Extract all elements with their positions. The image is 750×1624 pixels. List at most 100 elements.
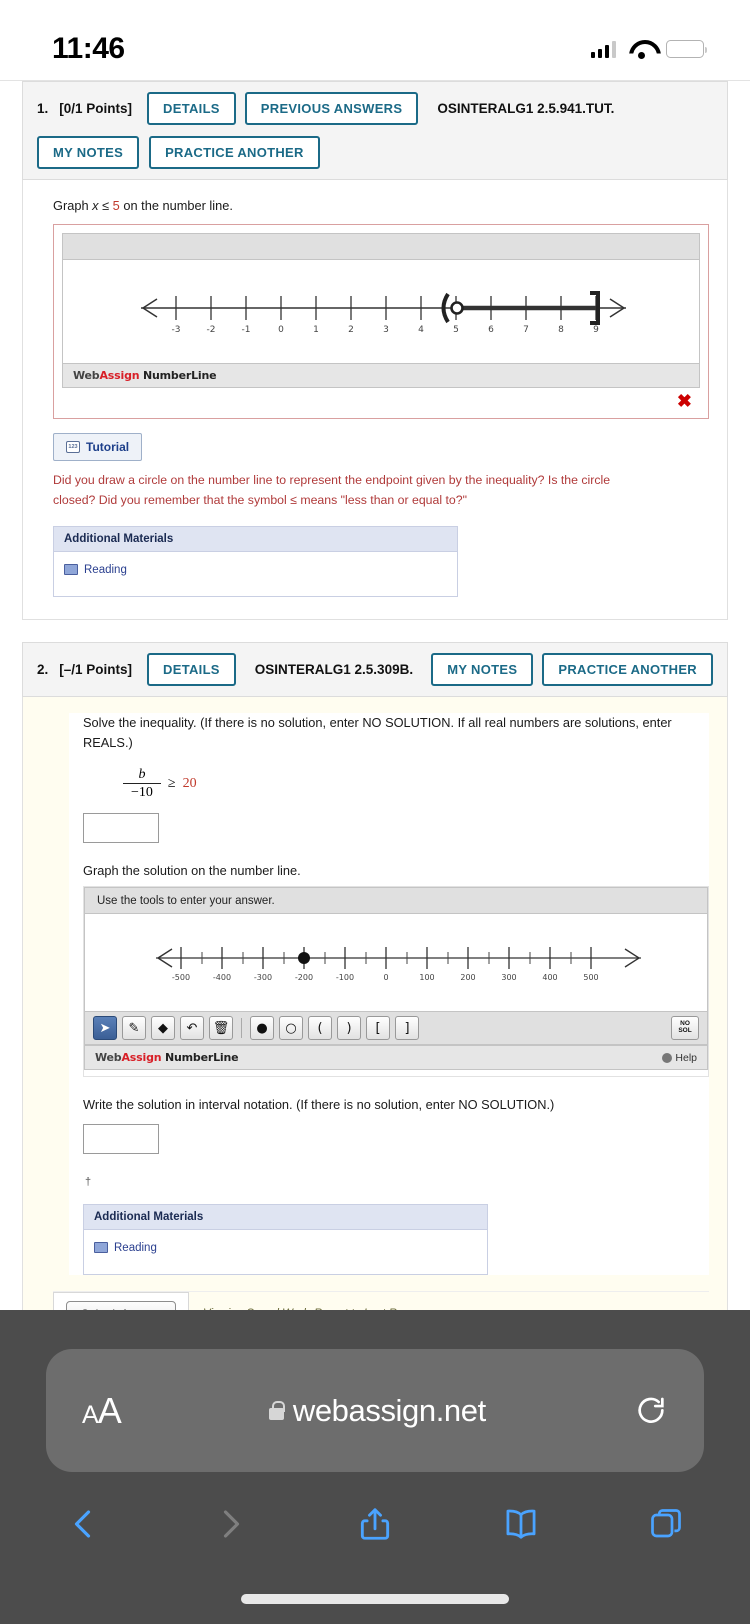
lock-icon: [268, 1401, 285, 1420]
text-size-button[interactable]: AA: [82, 1390, 122, 1432]
toolbar-separator: [241, 1018, 242, 1039]
url-text: webassign.net: [292, 1392, 486, 1428]
numberline-2-toolbar[interactable]: ➤ ✎ ◆ ↶ 🗑 ● ○ ( ) [ ] NO SOL: [85, 1011, 707, 1046]
numberline-2-titlebar: Use the tools to enter your answer.: [85, 888, 707, 915]
help-link[interactable]: Help: [662, 1052, 697, 1064]
book-icon: [64, 564, 78, 576]
numberline-1-titlebar: [63, 233, 699, 260]
dagger-footnote: †: [85, 1176, 92, 1189]
tabs-icon[interactable]: [636, 1494, 696, 1554]
battery-icon: [666, 40, 707, 58]
additional-materials-title: Additional Materials: [84, 1205, 487, 1231]
book-icon[interactable]: [491, 1494, 551, 1554]
forward-chevron-icon[interactable]: [200, 1494, 260, 1554]
closed-circle-tool[interactable]: ●: [250, 1016, 274, 1041]
previous-answers-button[interactable]: PREVIOUS ANSWERS: [244, 92, 419, 125]
inequality-answer-input[interactable]: [83, 813, 159, 844]
svg-text:-3: -3: [172, 325, 181, 335]
svg-text:-400: -400: [213, 973, 231, 982]
numberline-widget-2[interactable]: Use the tools to enter your answer. -500…: [84, 887, 708, 1071]
open-circle-tool[interactable]: ○: [279, 1016, 303, 1041]
question-2-answer-region: Use the tools to enter your answer. -500…: [83, 886, 709, 1078]
question-1-header-row2: MY NOTES PRACTICE ANOTHER: [37, 134, 713, 169]
wifi-icon: [629, 40, 653, 59]
svg-text:-2: -2: [207, 325, 216, 335]
numberline-2-svg: -500 -400 -300 -200 -100 0 100 200 300 400 500: [156, 947, 641, 982]
closed-point-marker: [298, 952, 310, 965]
back-chevron-icon[interactable]: [54, 1494, 114, 1554]
practice-another-button[interactable]: PRACTICE ANOTHER: [542, 653, 713, 687]
question-1-body: Graph x ≤ 5 on the number line. -3 -2 -1…: [22, 180, 728, 621]
undo-tool[interactable]: ↶: [180, 1016, 204, 1041]
status-indicators: [590, 40, 707, 59]
my-notes-button[interactable]: MY NOTES: [37, 136, 140, 169]
svg-text:-1: -1: [242, 325, 251, 335]
prompt-post: on the number line.: [119, 198, 233, 213]
help-label: Help: [675, 1051, 697, 1064]
share-icon[interactable]: [345, 1494, 405, 1554]
interval-notation-input[interactable]: [83, 1124, 159, 1155]
prompt-value: 5: [112, 198, 120, 213]
numberline-2-canvas[interactable]: -500 -400 -300 -200 -100 0 100 200 300 400 500: [85, 914, 707, 1012]
additional-materials-body: Reading: [54, 552, 457, 597]
additional-materials-title: Additional Materials: [54, 527, 457, 553]
numberline-widget-1[interactable]: -3 -2 -1 012 345 678 9 WebAssign NumberL…: [62, 232, 700, 388]
equation-rhs: 20: [182, 775, 197, 791]
trash-tool[interactable]: 🗑: [209, 1016, 233, 1041]
svg-text:0: 0: [383, 973, 388, 982]
reload-icon[interactable]: [634, 1394, 668, 1428]
url-display[interactable]: webassign.net: [268, 1392, 486, 1429]
safari-url-bar[interactable]: AA webassign.net: [46, 1349, 704, 1472]
reading-link[interactable]: Reading: [64, 564, 127, 576]
question-1-prompt: Graph x ≤ 5 on the number line.: [53, 196, 709, 216]
question-2-code: OSINTERALG1 2.5.309B.: [254, 662, 414, 678]
numberline-1-footer: WebAssign NumberLine: [63, 362, 699, 387]
question-2-additional-materials: Additional Materials Reading: [83, 1204, 488, 1276]
book-icon: [94, 1242, 108, 1254]
phone-screen: 11:46 1. [0/1 Points] DETAILS PREVIOUS A…: [0, 0, 750, 1624]
fraction-denominator: −10: [123, 782, 161, 801]
numberline-1-canvas[interactable]: -3 -2 -1 0 1 2 3 4 5 6 7 8 9: [63, 259, 699, 363]
right-bracket-tool[interactable]: ]: [395, 1016, 419, 1041]
reading-link[interactable]: Reading: [94, 1242, 157, 1254]
reading-label: Reading: [114, 1241, 157, 1254]
cellular-signal-icon: [590, 40, 616, 58]
left-paren-tool[interactable]: (: [308, 1016, 332, 1041]
svg-text:0: 0: [278, 325, 284, 335]
details-button[interactable]: DETAILS: [147, 92, 236, 125]
incorrect-mark-icon: ✖: [676, 390, 692, 411]
svg-text:1: 1: [313, 325, 319, 335]
tutorial-label: Tutorial: [86, 439, 130, 454]
svg-text:-500: -500: [172, 973, 190, 982]
question-1-header: 1. [0/1 Points] DETAILS PREVIOUS ANSWERS…: [22, 81, 728, 180]
eraser-tool[interactable]: ◆: [151, 1016, 175, 1041]
question-1-feedback: Did you draw a circle on the number line…: [53, 472, 611, 507]
webassign-logo: WebAssign NumberLine: [73, 368, 217, 382]
numberline-2-footer: WebAssign NumberLine Help: [85, 1045, 707, 1070]
svg-text:200: 200: [460, 973, 475, 982]
question-1-points: [0/1 Points]: [59, 101, 133, 116]
select-arrow-tool[interactable]: ➤: [93, 1016, 117, 1041]
question-1-answer-region: -3 -2 -1 012 345 678 9 WebAssign NumberL…: [53, 223, 709, 419]
no-solution-button[interactable]: NO SOL: [671, 1016, 699, 1041]
svg-text:2: 2: [348, 325, 354, 335]
tutorial-button[interactable]: 123 Tutorial: [53, 432, 143, 461]
left-bracket-tool[interactable]: [: [366, 1016, 390, 1041]
svg-text:7: 7: [523, 325, 529, 335]
safari-tab-bar: [0, 1472, 750, 1554]
right-paren-tool[interactable]: ): [337, 1016, 361, 1041]
fraction-numerator: b: [138, 766, 146, 782]
svg-text:3: 3: [383, 325, 389, 335]
question-1: 1. [0/1 Points] DETAILS PREVIOUS ANSWERS…: [22, 81, 728, 621]
status-bar: 11:46: [0, 0, 750, 80]
practice-another-button[interactable]: PRACTICE ANOTHER: [149, 136, 320, 169]
svg-text:6: 6: [488, 325, 494, 335]
my-notes-button[interactable]: MY NOTES: [431, 653, 534, 687]
svg-text:300: 300: [501, 973, 516, 982]
svg-text:-200: -200: [295, 973, 313, 982]
question-2-graph-prompt: Graph the solution on the number line.: [83, 863, 301, 879]
question-2-body: Solve the inequality. (If there is no so…: [22, 697, 728, 1360]
webassign-logo: WebAssign NumberLine: [95, 1051, 239, 1065]
details-button[interactable]: DETAILS: [147, 653, 236, 687]
pencil-tool[interactable]: ✎: [122, 1016, 146, 1041]
